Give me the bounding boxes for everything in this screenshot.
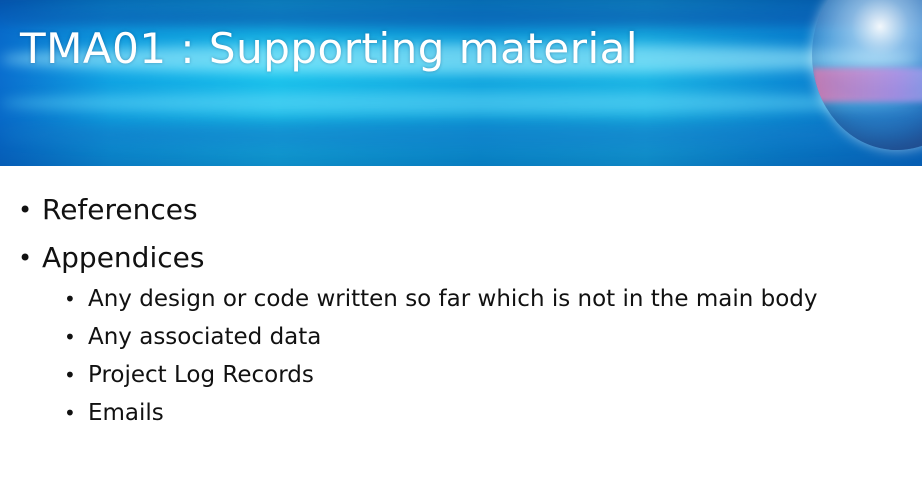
title-banner: TMA01 : Supporting material <box>0 0 922 166</box>
bullet-dot-icon: • <box>18 244 33 272</box>
slide: TMA01 : Supporting material • References… <box>0 0 922 489</box>
list-item: • References <box>0 190 922 230</box>
list-item-label: References <box>42 193 198 226</box>
bullet-dot-icon: • <box>64 401 76 425</box>
banner-streak <box>0 122 922 148</box>
list-item-label: Appendices <box>42 241 205 274</box>
list-item: • Appendices • Any design or code writte… <box>0 238 922 432</box>
bullet-dot-icon: • <box>18 196 33 224</box>
bullet-dot-icon: • <box>64 287 76 311</box>
sub-list-item-label: Any associated data <box>88 324 322 350</box>
sub-list-item: • Any design or code written so far whic… <box>0 280 922 318</box>
slide-title: TMA01 : Supporting material <box>20 24 639 73</box>
sub-list-item-label: Project Log Records <box>88 362 314 388</box>
bullet-dot-icon: • <box>64 363 76 387</box>
sub-list-item: • Emails <box>0 394 922 432</box>
slide-body: • References • Appendices • Any design o… <box>0 190 922 440</box>
banner-streak <box>0 92 922 114</box>
bullet-dot-icon: • <box>64 325 76 349</box>
sub-list-item-label: Emails <box>88 400 164 426</box>
bullet-list: • References • Appendices • Any design o… <box>0 190 922 432</box>
sub-list-item-label: Any design or code written so far which … <box>88 286 818 312</box>
sub-list-item: • Project Log Records <box>0 356 922 394</box>
sub-bullet-list: • Any design or code written so far whic… <box>42 280 922 432</box>
globe-reflection <box>812 68 922 102</box>
sub-list-item: • Any associated data <box>0 318 922 356</box>
